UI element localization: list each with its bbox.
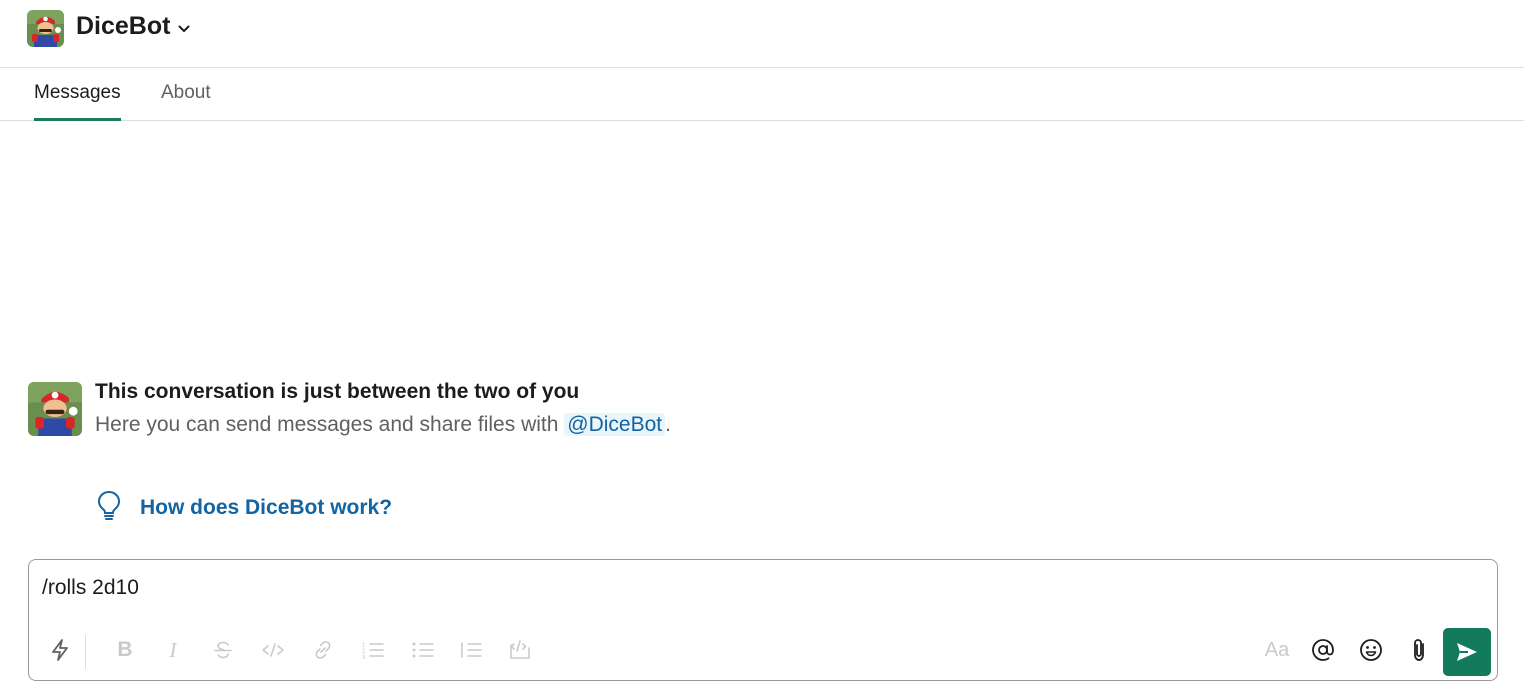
chevron-down-icon: [178, 20, 190, 36]
intro-subtitle-text: Here you can send messages and share fil…: [95, 413, 565, 436]
strikethrough-icon[interactable]: [207, 634, 239, 666]
numbered-list-icon[interactable]: 123: [357, 634, 389, 666]
intro-title: This conversation is just between the tw…: [95, 380, 580, 403]
blockquote-icon[interactable]: [455, 634, 487, 666]
help-link-label: How does DiceBot work?: [140, 495, 393, 519]
emoji-icon[interactable]: [1355, 634, 1387, 666]
composer-toolbar: B I 123 Aa: [29, 622, 1497, 680]
tab-messages[interactable]: Messages: [34, 82, 121, 121]
help-link[interactable]: How does DiceBot work?: [96, 490, 392, 525]
italic-icon[interactable]: I: [157, 634, 189, 666]
bot-avatar[interactable]: [27, 10, 64, 47]
tab-bar: Messages About: [0, 68, 1524, 121]
bot-avatar-large[interactable]: [28, 382, 82, 436]
message-input[interactable]: [42, 576, 1442, 600]
formatting-label: Aa: [1264, 638, 1290, 661]
code-block-icon[interactable]: [504, 634, 536, 666]
svg-text:3: 3: [362, 655, 366, 660]
intro-subtitle: Here you can send messages and share fil…: [95, 413, 671, 437]
message-composer: B I 123 Aa: [28, 559, 1498, 681]
link-icon[interactable]: [307, 634, 339, 666]
lightbulb-icon: [96, 490, 122, 525]
channel-title: DiceBot: [76, 12, 171, 40]
bot-mention-link[interactable]: @DiceBot: [564, 413, 666, 436]
bold-icon[interactable]: B: [109, 634, 141, 666]
send-arrow-icon: [1457, 643, 1477, 661]
send-button[interactable]: [1443, 628, 1491, 676]
bulleted-list-icon[interactable]: [407, 634, 439, 666]
code-icon[interactable]: [257, 634, 289, 666]
mention-at-icon[interactable]: [1307, 634, 1339, 666]
channel-title-button[interactable]: DiceBot: [76, 12, 190, 41]
tab-about[interactable]: About: [161, 82, 211, 121]
intro-subtitle-end: .: [665, 413, 671, 436]
shortcuts-lightning-icon[interactable]: [44, 634, 76, 666]
attachment-paperclip-icon[interactable]: [1403, 634, 1435, 666]
toolbar-divider: [85, 635, 86, 669]
channel-header: DiceBot: [0, 0, 1524, 68]
formatting-toggle-button[interactable]: Aa: [1259, 634, 1295, 666]
